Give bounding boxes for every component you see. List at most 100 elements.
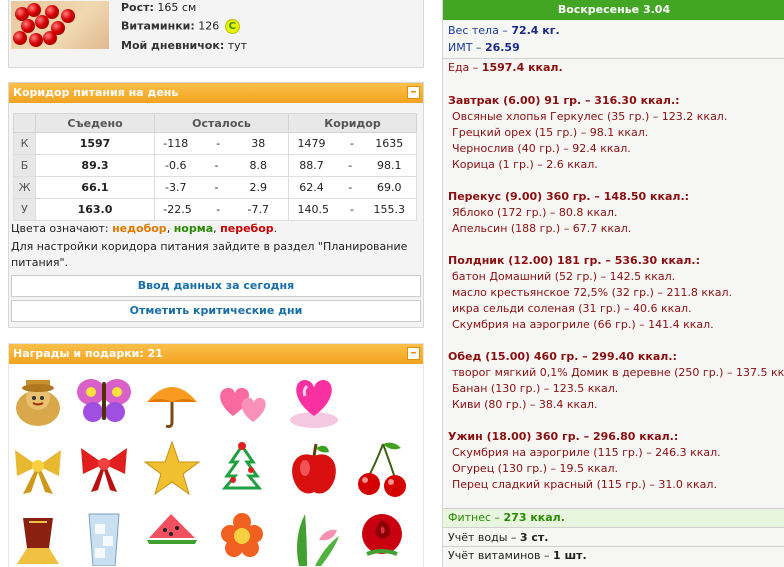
meal-title-lunch: Обед (15.00) 460 гр. – 299.40 ккал.: <box>448 350 677 363</box>
diary-link[interactable]: тут <box>228 39 247 52</box>
meal-item: Перец сладкий красный (115 гр.) – 31.0 к… <box>452 478 717 491</box>
corr-min: 62.4 <box>299 181 324 194</box>
golden-bow-gift-icon[interactable] <box>9 440 67 498</box>
row-label: У <box>13 198 36 221</box>
left-min: -0.6 <box>165 159 187 172</box>
day-header: Воскресенье 3.04 <box>443 0 784 20</box>
eaten-value: 89.3 <box>35 154 155 177</box>
meal-item: Чернослив (40 гр.) – 92.4 ккал. <box>452 142 631 155</box>
left-max: 8.8 <box>228 154 289 177</box>
colors-prefix: Цвета означают: <box>11 222 109 235</box>
tulip-gift-icon[interactable] <box>285 508 343 566</box>
meal-item: Яблоко (172 гр.) – 80.8 ккал. <box>452 206 618 219</box>
fitness-line: Фитнес – 273 ккал. <box>443 509 784 527</box>
rose-gift-icon[interactable] <box>353 508 411 566</box>
ice-glass-gift-icon[interactable] <box>75 508 133 566</box>
colors-legend: Цвета означают: недобор, норма, перебор. <box>11 222 278 235</box>
row-label: Ж <box>13 176 36 199</box>
christmas-tree-gift-icon[interactable] <box>213 440 271 498</box>
vitamins-count-line: Учёт витаминов – 1 шт. <box>443 549 784 562</box>
meal-item: Скумбрия на аэрогриле (115 гр.) – 246.3 … <box>452 446 721 459</box>
corridor-header[interactable]: Коридор питания на день – <box>9 83 423 103</box>
height-value: 165 см <box>157 1 197 14</box>
color-norm: норма <box>173 222 214 235</box>
dash: - <box>350 203 354 216</box>
table-row: К 1597 -118 - 38 1479 - 1635 <box>13 132 417 155</box>
straw-doll-gift-icon[interactable] <box>9 372 67 430</box>
fitness-label: Фитнес – <box>448 511 501 524</box>
dash: - <box>214 159 219 172</box>
diary-label: Мой дневничок: <box>121 39 225 52</box>
left-max: 2.9 <box>228 176 289 199</box>
table-row: Б 89.3 -0.6 - 8.8 88.7 - 98.1 <box>13 154 417 177</box>
col-eaten: Съедено <box>35 113 155 133</box>
hearts-gift-icon[interactable] <box>213 372 271 430</box>
height-label: Рост: <box>121 1 154 14</box>
enter-today-button[interactable]: Ввод данных за сегодня <box>11 275 421 297</box>
meal-title-breakfast: Завтрак (6.00) 91 гр. – 316.30 ккал.: <box>448 94 680 107</box>
left-max: 38 <box>228 132 289 155</box>
dash: - <box>216 137 221 150</box>
collapse-awards-button[interactable]: – <box>407 346 420 360</box>
meal-title-snack: Перекус (9.00) 360 гр. – 148.50 ккал.: <box>448 190 690 203</box>
row-label: Б <box>13 154 36 177</box>
gold-star-gift-icon[interactable] <box>143 440 201 498</box>
avatar[interactable] <box>11 1 109 49</box>
eaten-value: 66.1 <box>35 176 155 199</box>
dash: - <box>348 181 353 194</box>
mark-critical-days-button[interactable]: Отметить критические дни <box>11 300 421 322</box>
flower-gift-icon[interactable] <box>213 508 271 566</box>
food-line: Еда – 1597.4 ккал. <box>443 61 784 74</box>
col-left: Осталось <box>154 113 289 133</box>
watermelon-gift-icon[interactable] <box>143 508 201 566</box>
vit-count-label: Учёт витаминов – <box>448 549 550 562</box>
butterfly-gift-icon[interactable] <box>75 372 133 430</box>
corr-max: 69.0 <box>362 176 417 199</box>
meal-title-dinner: Ужин (18.00) 360 гр. – 296.80 ккал.: <box>448 430 679 443</box>
nutrition-corridor-panel: Коридор питания на день – Съедено Остало… <box>8 82 424 328</box>
red-bow-gift-icon[interactable] <box>75 440 133 498</box>
corridor-note-line1: Для настройки коридора питания зайдите в… <box>11 240 408 253</box>
heart-cloud-gift-icon[interactable] <box>285 372 343 430</box>
awards-header[interactable]: Награды и подарки: 21 – <box>9 344 423 364</box>
table-row: Ж 66.1 -3.7 - 2.9 62.4 - 69.0 <box>13 176 417 199</box>
food-value: 1597.4 ккал. <box>481 61 563 74</box>
height-line: Рост: 165 см <box>121 1 196 14</box>
dash: - <box>348 159 353 172</box>
bmi-line: ИМТ – 26.59 <box>443 41 784 54</box>
corridor-table: Съедено Осталось Коридор К 1597 -118 - 3… <box>13 113 417 221</box>
dash: - <box>214 181 219 194</box>
cherries-gift-icon[interactable] <box>353 440 411 498</box>
meal-item: Киви (80 гр.) – 38.4 ккал. <box>452 398 598 411</box>
corr-min: 88.7 <box>299 159 324 172</box>
vitamins-line: Витаминки: 126 С <box>121 19 240 34</box>
food-label: Еда – <box>448 61 479 74</box>
red-apple-gift-icon[interactable] <box>285 440 343 498</box>
table-row: У 163.0 -22.5 - -7.7 140.5 - 155.3 <box>13 198 417 221</box>
row-label: К <box>13 132 36 155</box>
corner-cell <box>13 113 36 133</box>
meal-item: Апельсин (188 гр.) – 67.7 ккал. <box>452 222 632 235</box>
col-corridor: Коридор <box>288 113 417 133</box>
diary-line: Мой дневничок: тут <box>121 39 247 52</box>
weight-value: 72.4 кг. <box>511 24 560 37</box>
meal-item: Банан (130 гр.) – 123.5 ккал. <box>452 382 619 395</box>
color-over: перебор <box>220 222 274 235</box>
meal-item: Корица (1 гр.) – 2.6 ккал. <box>452 158 598 171</box>
profile-panel: Рост: 165 см Витаминки: 126 С Мой дневни… <box>8 0 424 68</box>
corridor-title: Коридор питания на день <box>13 86 179 99</box>
bmi-value: 26.59 <box>484 41 520 54</box>
vitamins-value: 126 <box>198 19 220 33</box>
corr-max: 98.1 <box>362 154 417 177</box>
water-label: Учёт воды – <box>448 531 517 544</box>
meal-item: батон Домашний (52 гр.) – 142.5 ккал. <box>452 270 676 283</box>
collapse-corridor-button[interactable]: – <box>407 85 420 99</box>
umbrella-gift-icon[interactable] <box>143 372 201 430</box>
meal-item: масло крестьянское 72,5% (32 гр.) – 211.… <box>452 286 732 299</box>
corr-max: 155.3 <box>362 198 417 221</box>
fitness-value: 273 ккал. <box>503 511 565 524</box>
candy-gift-icon[interactable] <box>9 508 67 566</box>
eaten-value: 163.0 <box>35 198 155 221</box>
day-summary-panel: Воскресенье 3.04 Вес тела – 72.4 кг. ИМТ… <box>442 0 784 567</box>
vit-count-value: 1 шт. <box>553 549 587 562</box>
